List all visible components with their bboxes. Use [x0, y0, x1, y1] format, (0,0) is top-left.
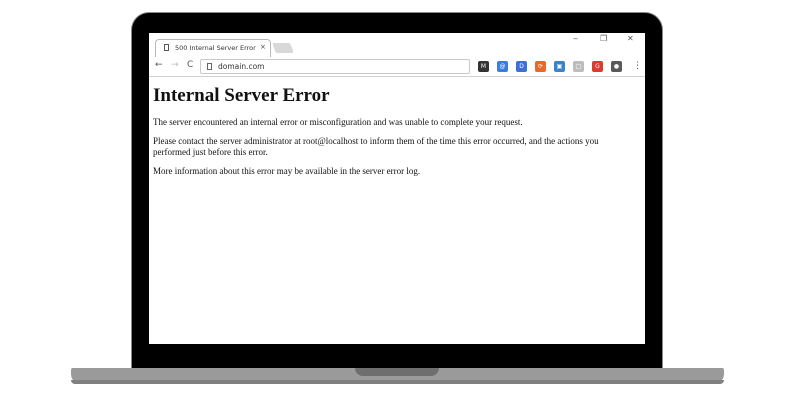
restore-button[interactable]: ❐ [600, 34, 607, 43]
page-content: Internal Server Error The server encount… [153, 85, 637, 185]
page-icon [164, 44, 169, 51]
menu-icon[interactable]: ⋮ [633, 60, 642, 72]
error-paragraph-2: Please contact the server administrator … [153, 136, 599, 157]
red-g-extension-icon[interactable]: G [592, 61, 603, 72]
blue-square-extension-icon[interactable]: ▣ [554, 61, 565, 72]
new-tab-button[interactable] [272, 43, 294, 53]
back-button[interactable]: ← [155, 60, 163, 70]
close-window-button[interactable]: ✕ [627, 34, 634, 43]
url-text[interactable]: domain.com [218, 62, 458, 71]
browser-tab[interactable]: 500 Internal Server Error × [155, 39, 271, 57]
laptop-base-shadow [71, 380, 724, 384]
gmail-extension-icon[interactable]: M [478, 61, 489, 72]
orange-extension-icon[interactable]: ⟳ [535, 61, 546, 72]
reload-button[interactable]: C [187, 60, 193, 70]
forward-button[interactable]: → [171, 60, 179, 70]
error-paragraph-3: More information about this error may be… [153, 166, 421, 176]
tab-close-icon[interactable]: × [260, 43, 266, 51]
title-bar: 500 Internal Server Error × ‒ ❐ ✕ [149, 33, 645, 57]
address-bar[interactable]: domain.com [200, 59, 470, 74]
gray-extension-icon[interactable]: □ [573, 61, 584, 72]
error-paragraph-1: The server encountered an internal error… [153, 117, 523, 127]
toolbar: ← → C domain.com M @ D ⟳ ▣ □ G ● ⋮ [149, 57, 645, 77]
blue-d-extension-icon[interactable]: D [516, 61, 527, 72]
minimize-button[interactable]: ‒ [573, 34, 578, 43]
error-heading: Internal Server Error [153, 85, 330, 106]
stage: 500 Internal Server Error × ‒ ❐ ✕ ← → C … [0, 0, 794, 398]
page-info-icon[interactable] [207, 63, 212, 70]
laptop-notch [355, 368, 439, 376]
browser-window: 500 Internal Server Error × ‒ ❐ ✕ ← → C … [149, 33, 645, 344]
tab-title: 500 Internal Server Error [175, 44, 256, 52]
blue-circle-extension-icon[interactable]: @ [497, 61, 508, 72]
dark-circle-extension-icon[interactable]: ● [611, 61, 622, 72]
